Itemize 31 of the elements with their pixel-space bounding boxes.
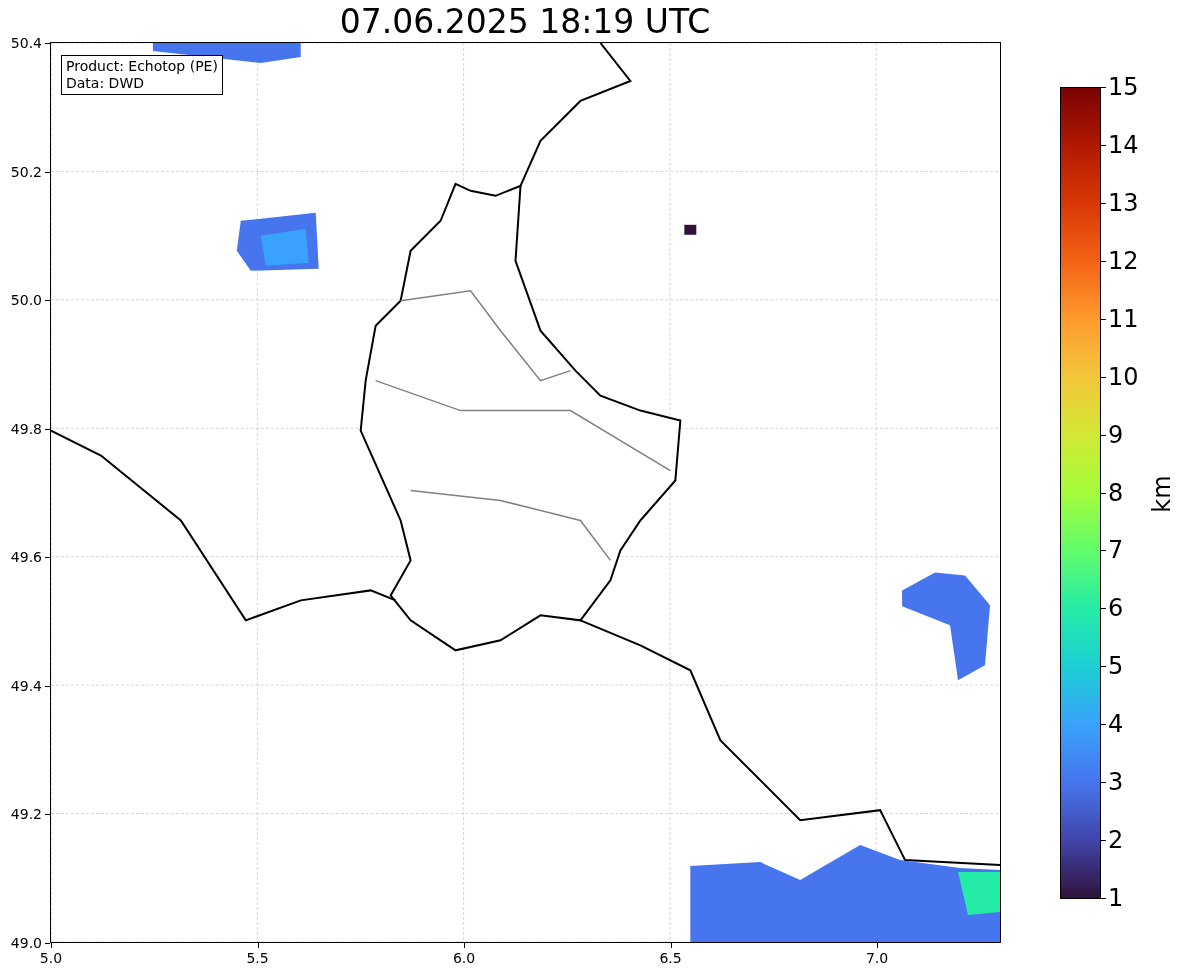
chart-title: 07.06.2025 18:19 UTC	[338, 2, 712, 42]
x-tick-label: 5.0	[39, 950, 63, 966]
y-tick-label: 49.0	[9, 935, 42, 951]
colorbar-tick-label: 15	[1108, 73, 1139, 101]
x-tick-label: 5.5	[246, 950, 269, 966]
colorbar-tick-label: 7	[1108, 536, 1124, 565]
colorbar-tick-label: 11	[1108, 304, 1139, 333]
y-tick-label: 50.0	[9, 292, 42, 309]
colorbar-tick-label: 13	[1108, 188, 1139, 217]
y-tick-label: 50.4	[9, 35, 42, 51]
info-text: Product: Echotop (PE) Data: DWD	[61, 55, 223, 95]
y-tick-label: 50.2	[9, 163, 42, 180]
colorbar-tick-label: 14	[1108, 130, 1139, 159]
colorbar-tick-label: 6	[1108, 594, 1124, 623]
colorbar-tick-label: 8	[1108, 478, 1124, 507]
colorbar-tick-label: 10	[1108, 362, 1139, 391]
colorbar-tick-label: 12	[1108, 246, 1139, 275]
y-tick-label: 49.8	[9, 420, 42, 437]
x-tick-label: 7.0	[865, 950, 889, 966]
y-tick-label: 49.6	[9, 549, 42, 566]
colorbar-tick-label: 2	[1108, 826, 1124, 855]
colorbar-tick-label: 5	[1108, 652, 1124, 681]
y-tick-label: 49.2	[9, 806, 42, 823]
colorbar-tick-label: 9	[1108, 420, 1124, 449]
colorbar-tick-label: 3	[1108, 768, 1124, 797]
y-tick-label: 49.4	[9, 677, 42, 694]
x-tick-label: 6.5	[659, 950, 682, 966]
x-tick-label: 6.0	[452, 950, 476, 966]
colorbar-tick-label: 1	[1108, 884, 1124, 912]
colorbar-label: km	[1147, 475, 1176, 513]
colorbar-tick-label: 4	[1108, 710, 1124, 739]
